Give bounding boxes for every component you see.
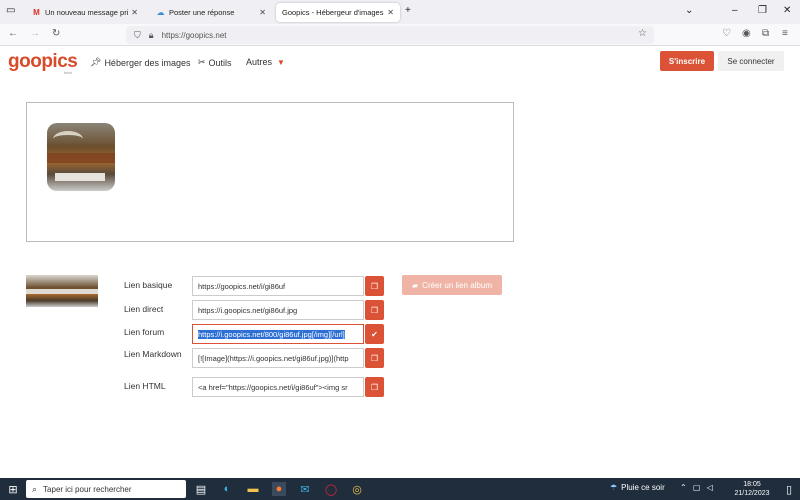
image-preview-panel	[26, 102, 514, 242]
tab-list-chevron-icon[interactable]: ⌄	[685, 5, 693, 16]
tab-label: Goopics - Hébergeur d'images et d	[282, 8, 384, 17]
windows-taskbar: ⊞ ⌕ Taper ici pour rechercher ▤ ◐ ▬ ● ✉ …	[0, 478, 800, 500]
tab-forum[interactable]: ☁ Poster une réponse ✕	[150, 3, 272, 22]
windows-start-icon[interactable]: ⊞	[6, 482, 20, 496]
back-icon[interactable]: ←	[8, 28, 18, 39]
new-tab-icon[interactable]: +	[405, 5, 411, 16]
rain-icon: ☂	[610, 483, 618, 492]
search-icon: ⌕	[32, 483, 38, 494]
close-icon[interactable]: ✕	[259, 8, 266, 17]
url-text: https://goopics.net	[161, 30, 227, 40]
site-header: goopics beta 📌︎ Héberger des images ✂ Ou…	[0, 46, 800, 78]
task-view-icon[interactable]: ▤	[194, 482, 208, 496]
tab-goopics[interactable]: Goopics - Hébergeur d'images et d ✕	[276, 3, 400, 22]
tab-gmail[interactable]: M Un nouveau message privé vient ✕	[26, 3, 144, 22]
browser-tab-bar: ▭ M Un nouveau message privé vient ✕ ☁ P…	[0, 0, 800, 24]
signup-button[interactable]: S'inscrire	[660, 51, 714, 71]
copy-direct-link-button[interactable]: ❐	[365, 300, 384, 320]
copy-icon: ❐	[370, 305, 379, 315]
basic-link-field[interactable]: https://goopics.net/i/gi86uf	[192, 276, 364, 296]
label-forum-link: Lien forum	[124, 327, 165, 337]
uploaded-image-thumbnail[interactable]	[47, 123, 115, 191]
lock-icon[interactable]: 🔒︎	[149, 30, 154, 41]
copy-basic-link-button[interactable]: ❐	[365, 276, 384, 296]
menu-others[interactable]: Autres ▼	[246, 57, 285, 67]
mail-icon[interactable]: ✉	[298, 482, 312, 496]
create-album-link-button[interactable]: ▰ Créer un lien album	[402, 275, 502, 295]
file-explorer-icon[interactable]: ▬	[246, 482, 260, 496]
checkmark-icon: ✔	[371, 329, 378, 339]
label-direct-link: Lien direct	[124, 304, 164, 314]
bookmark-star-icon[interactable]: ☆	[638, 28, 647, 39]
window-close-icon[interactable]: ✕	[783, 5, 791, 16]
maximize-icon[interactable]: ❐	[758, 5, 767, 16]
copy-markdown-link-button[interactable]: ❐	[365, 348, 384, 368]
pushpin-icon: 📌︎	[90, 57, 102, 67]
forum-icon: ☁	[156, 8, 165, 17]
label-html-link: Lien HTML	[124, 381, 166, 391]
taskbar-search-box[interactable]: ⌕ Taper ici pour rechercher	[26, 480, 186, 498]
html-link-field[interactable]: <a href="https://goopics.net/i/gi86uf"><…	[192, 377, 364, 397]
chrome-icon[interactable]: ◎	[350, 482, 364, 496]
tools-icon: ✂	[198, 57, 206, 67]
taskbar-clock[interactable]: 18:05 21/12/2023	[730, 480, 774, 498]
folder-icon: ▰	[412, 280, 419, 290]
copy-icon: ❐	[370, 281, 379, 291]
gmail-icon: M	[33, 8, 40, 17]
shield-icon[interactable]: ⛉	[134, 30, 141, 41]
direct-link-field[interactable]: https://i.goopics.net/gi86uf.jpg	[192, 300, 364, 320]
menu-tools[interactable]: ✂ Outils	[198, 57, 232, 68]
opera-icon[interactable]: ◯	[324, 482, 338, 496]
tab-overview-icon[interactable]: ▭	[6, 5, 15, 16]
browser-nav-bar: ← → ↻ ⛉ 🔒︎ https://goopics.net ☆ ♡ ◉ ⧉ ≡	[0, 24, 800, 46]
forward-icon[interactable]: →	[30, 28, 40, 39]
copy-icon: ❐	[370, 382, 379, 392]
system-tray-icons[interactable]: ⌃ ▢ ◁	[680, 483, 715, 492]
image-small-thumbnail[interactable]	[26, 275, 98, 307]
tab-label: Poster une réponse	[169, 8, 235, 17]
pocket-icon[interactable]: ♡	[722, 28, 731, 39]
chevron-down-icon: ▼	[277, 57, 285, 67]
close-icon[interactable]: ✕	[387, 8, 394, 17]
extensions-icon[interactable]: ⧉	[762, 28, 769, 39]
copied-forum-link-button[interactable]: ✔	[365, 324, 384, 344]
address-bar[interactable]: ⛉ 🔒︎ https://goopics.net	[126, 26, 654, 44]
menu-host-images[interactable]: 📌︎ Héberger des images	[90, 57, 190, 68]
login-button[interactable]: Se connecter	[718, 51, 784, 71]
forum-link-field[interactable]: https://i.goopics.net/800/gi86uf.jpg[/im…	[192, 324, 364, 344]
close-icon[interactable]: ✕	[131, 8, 138, 17]
label-basic-link: Lien basique	[124, 280, 173, 290]
copy-html-link-button[interactable]: ❐	[365, 377, 384, 397]
menu-icon[interactable]: ≡	[782, 28, 788, 39]
tab-label: Un nouveau message privé vient	[45, 8, 128, 17]
minimize-icon[interactable]: –	[732, 5, 738, 16]
account-icon[interactable]: ◉	[742, 28, 751, 39]
weather-widget[interactable]: ☂ Pluie ce soir	[610, 483, 665, 492]
notifications-icon[interactable]: ▯	[782, 482, 796, 496]
label-markdown-link: Lien Markdown	[124, 349, 182, 359]
reload-icon[interactable]: ↻	[52, 28, 60, 39]
markdown-link-field[interactable]: [![Image](https://i.goopics.net/gi86uf.j…	[192, 348, 364, 368]
edge-icon[interactable]: ◐	[220, 482, 234, 496]
copy-icon: ❐	[370, 353, 379, 363]
firefox-icon[interactable]: ●	[272, 482, 286, 496]
logo-subtitle: beta	[64, 70, 72, 75]
